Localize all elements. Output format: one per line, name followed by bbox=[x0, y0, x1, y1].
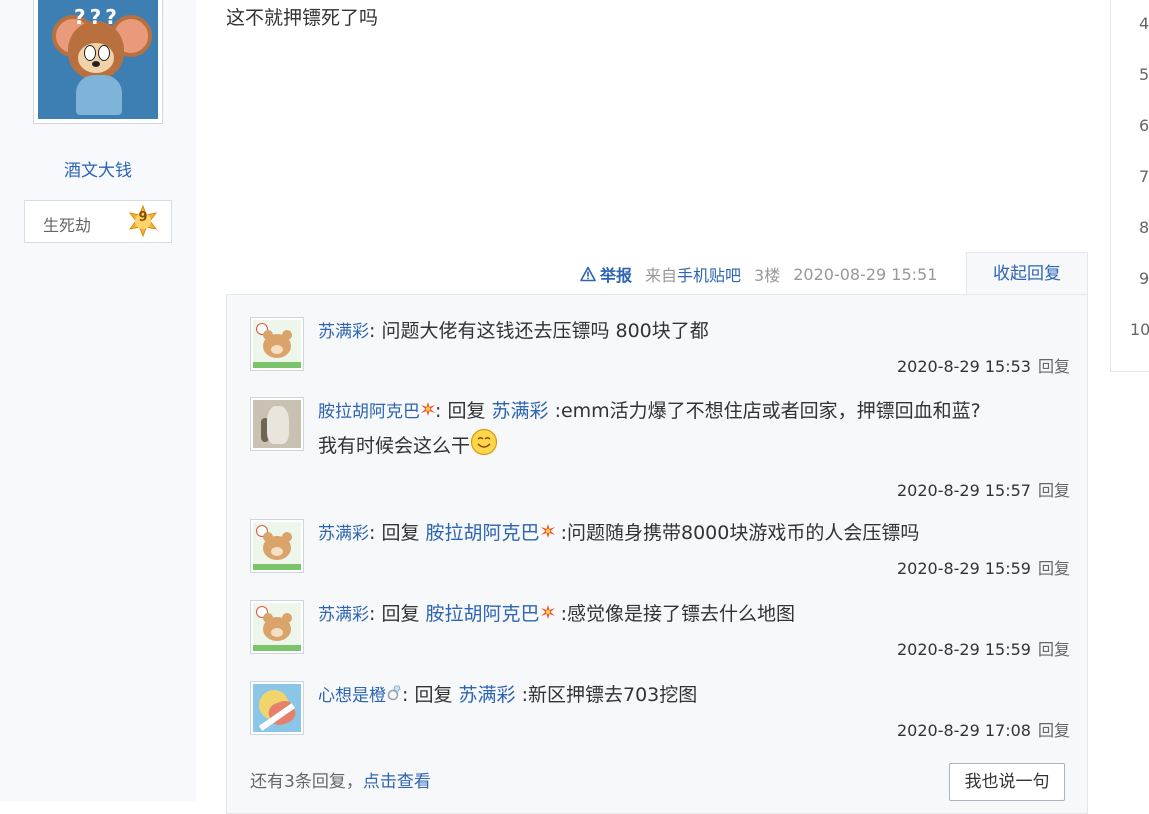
reply-avatar[interactable] bbox=[250, 317, 304, 371]
cat-avatar-image bbox=[253, 400, 301, 448]
reply-text-line2: 我有时候会这么干 bbox=[318, 435, 471, 457]
post-time: 2020-08-29 15:51 bbox=[793, 264, 938, 284]
view-more-link[interactable]: 点击查看 bbox=[363, 772, 431, 792]
reply-word: 回复 bbox=[381, 603, 420, 625]
list-item: 苏满彩: 回复 胺拉胡阿克巴 :感觉像是接了镖去什么地图 2020-8-29 1… bbox=[250, 600, 1070, 670]
reply-colon: : bbox=[369, 603, 376, 625]
post-client-source: 来自手机贴吧 bbox=[645, 262, 741, 286]
post-floor: 3楼 bbox=[754, 266, 781, 285]
reply-colon: : bbox=[369, 522, 376, 544]
page-number[interactable]: 10 bbox=[1130, 320, 1149, 339]
reply-colon: : bbox=[369, 320, 376, 342]
reply-time: 2020-8-29 15:53 bbox=[896, 357, 1031, 376]
more-replies: 还有3条回复，点击查看 bbox=[250, 767, 431, 792]
more-replies-text: 还有3条回复， bbox=[250, 772, 363, 792]
reply-footer: 2020-8-29 15:59 回复 bbox=[897, 636, 1070, 660]
reply-body: 苏满彩: 回复 胺拉胡阿克巴 :感觉像是接了镖去什么地图 bbox=[318, 600, 1070, 629]
reply-text: :感觉像是接了镖去什么地图 bbox=[560, 603, 795, 625]
reply-panel: 苏满彩: 问题大佬有这钱还去压镖吗 800块了都 2020-8-29 15:53… bbox=[226, 294, 1088, 814]
list-item: 心想是橙: 回复 苏满彩 :新区押镖去703挖图 2020-8-29 17:08… bbox=[250, 681, 1070, 751]
reply-text: :emm活力爆了不想住店或者回家，押镖回血和蓝? bbox=[554, 400, 981, 422]
author-name-link[interactable]: 酒文大钱 bbox=[0, 156, 196, 181]
reply-body: 苏满彩: 问题大佬有这钱还去压镖吗 800块了都 bbox=[318, 317, 1070, 346]
jerry-mouse-avatar-image: ??? bbox=[38, 0, 158, 119]
reply-username[interactable]: 苏满彩 bbox=[318, 524, 369, 544]
reply-word: 回复 bbox=[414, 684, 453, 706]
smiley-emoji-icon bbox=[470, 428, 498, 456]
reply-colon: : bbox=[435, 400, 442, 422]
level-number: 9 bbox=[138, 210, 148, 225]
reply-footer: 2020-8-29 15:59 回复 bbox=[897, 555, 1070, 579]
reply-button[interactable]: 回复 bbox=[1038, 640, 1070, 659]
reply-to-username[interactable]: 胺拉胡阿克巴 bbox=[426, 603, 540, 625]
flower-avatar-image bbox=[253, 684, 301, 732]
reply-footer: 2020-8-29 15:57 回复 bbox=[897, 477, 1070, 501]
author-avatar[interactable]: ??? bbox=[33, 0, 163, 124]
reply-time: 2020-8-29 15:59 bbox=[896, 640, 1031, 659]
reply-time: 2020-8-29 15:59 bbox=[896, 559, 1031, 578]
reply-text: :问题随身携带8000块游戏币的人会压镖吗 bbox=[560, 522, 920, 544]
page-number[interactable]: 7 bbox=[1139, 167, 1149, 186]
client-link[interactable]: 手机贴吧 bbox=[677, 266, 741, 285]
warning-icon bbox=[580, 266, 596, 282]
list-item: 苏满彩: 回复 胺拉胡阿克巴 :问题随身携带8000块游戏币的人会压镖吗 202… bbox=[250, 519, 1070, 589]
reply-to-username[interactable]: 苏满彩 bbox=[492, 400, 549, 422]
report-button[interactable]: 举报 bbox=[580, 262, 632, 286]
level-title: 生死劫 bbox=[43, 216, 92, 235]
reply-avatar[interactable] bbox=[250, 681, 304, 735]
reply-username[interactable]: 心想是橙 bbox=[318, 686, 386, 706]
reply-button[interactable]: 回复 bbox=[1038, 721, 1070, 740]
spark-badge-icon bbox=[540, 605, 555, 619]
list-item: 胺拉胡阿克巴: 回复 苏满彩 :emm活力爆了不想住店或者回家，押镖回血和蓝? … bbox=[250, 397, 1070, 507]
reply-to-username[interactable]: 胺拉胡阿克巴 bbox=[426, 522, 540, 544]
reply-word: 回复 bbox=[381, 522, 420, 544]
reply-word: 回复 bbox=[447, 400, 486, 422]
level-star-icon: 9 bbox=[127, 204, 159, 238]
page-number[interactable]: 5 bbox=[1139, 65, 1149, 84]
floor-pagination: 4 5 6 7 8 9 10 bbox=[1110, 0, 1149, 372]
reply-body: 苏满彩: 回复 胺拉胡阿克巴 :问题随身携带8000块游戏币的人会压镖吗 bbox=[318, 519, 1070, 548]
reply-username[interactable]: 苏满彩 bbox=[318, 322, 369, 342]
reply-text: :新区押镖去703挖图 bbox=[521, 684, 698, 706]
post-content: 这不就押镖死了吗 bbox=[226, 7, 379, 29]
reply-button[interactable]: 回复 bbox=[1038, 559, 1070, 578]
avatar-question-marks: ??? bbox=[74, 5, 121, 29]
page-number[interactable]: 6 bbox=[1139, 116, 1149, 135]
collapse-replies-button[interactable]: 收起回复 bbox=[966, 252, 1088, 295]
reply-avatar[interactable] bbox=[250, 600, 304, 654]
reply-footer: 2020-8-29 15:53 回复 bbox=[897, 353, 1070, 377]
reply-colon: : bbox=[402, 684, 409, 706]
page-number[interactable]: 9 bbox=[1139, 269, 1149, 288]
list-item: 苏满彩: 问题大佬有这钱还去压镖吗 800块了都 2020-8-29 15:53… bbox=[250, 317, 1070, 387]
reply-to-username[interactable]: 苏满彩 bbox=[459, 684, 516, 706]
ring-badge-icon bbox=[387, 685, 401, 701]
reply-text: 问题大佬有这钱还去压镖吗 800块了都 bbox=[381, 320, 709, 342]
reply-body: 心想是橙: 回复 苏满彩 :新区押镖去703挖图 bbox=[318, 681, 1070, 710]
reply-body: 胺拉胡阿克巴: 回复 苏满彩 :emm活力爆了不想住店或者回家，押镖回血和蓝? … bbox=[318, 397, 1070, 466]
client-prefix: 来自 bbox=[645, 266, 678, 285]
add-comment-button[interactable]: 我也说一句 bbox=[949, 763, 1065, 801]
reply-avatar[interactable] bbox=[250, 519, 304, 573]
page-number[interactable]: 8 bbox=[1139, 218, 1149, 237]
author-column: ??? 酒文大钱 生死劫 9 bbox=[0, 0, 196, 801]
reply-time: 2020-8-29 15:57 bbox=[896, 481, 1031, 500]
bear-avatar-image bbox=[253, 522, 301, 570]
report-label: 举报 bbox=[600, 266, 633, 285]
reply-username[interactable]: 苏满彩 bbox=[318, 605, 369, 625]
author-level-badge[interactable]: 生死劫 9 bbox=[24, 200, 172, 243]
reply-time: 2020-8-29 17:08 bbox=[896, 721, 1031, 740]
reply-button[interactable]: 回复 bbox=[1038, 357, 1070, 376]
post-meta-bar: 举报 来自手机贴吧 3楼 2020-08-29 15:51 bbox=[580, 262, 937, 286]
reply-button[interactable]: 回复 bbox=[1038, 481, 1070, 500]
spark-badge-icon bbox=[540, 524, 555, 538]
spark-badge-icon bbox=[421, 402, 435, 416]
reply-avatar[interactable] bbox=[250, 397, 304, 451]
bear-avatar-image bbox=[253, 603, 301, 651]
reply-footer: 2020-8-29 17:08 回复 bbox=[897, 717, 1070, 741]
bear-avatar-image bbox=[253, 320, 301, 368]
page-number[interactable]: 4 bbox=[1139, 14, 1149, 33]
reply-username[interactable]: 胺拉胡阿克巴 bbox=[318, 402, 420, 422]
